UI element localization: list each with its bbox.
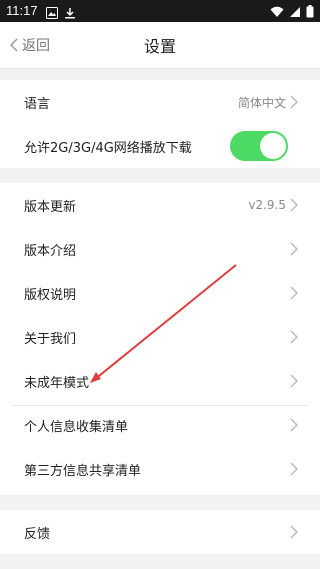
- version-update-row[interactable]: 版本更新 v2.9.5: [0, 183, 320, 227]
- feedback-row[interactable]: 反馈: [0, 510, 320, 554]
- network-download-toggle[interactable]: [230, 131, 288, 161]
- minor-mode-label: 未成年模式: [24, 375, 90, 391]
- language-row[interactable]: 语言 简体中文: [0, 80, 320, 124]
- chevron-right-icon: [290, 374, 298, 388]
- language-label: 语言: [24, 96, 51, 112]
- chevron-right-icon: [290, 330, 298, 344]
- app-header: 返回 设置: [0, 22, 320, 69]
- personal-info-label: 个人信息收集清单: [24, 419, 129, 435]
- settings-group-info: 版本更新 v2.9.5 版本介绍 版权说明 关于我们 未成年模式 个人信息收集清…: [0, 183, 320, 495]
- page-title: 设置: [143, 37, 176, 56]
- version-update-label: 版本更新: [24, 199, 77, 215]
- signal-icon: [289, 3, 301, 22]
- chevron-right-icon: [290, 242, 298, 256]
- chevron-right-icon: [290, 286, 298, 300]
- toggle-knob: [260, 133, 286, 159]
- chevron-right-icon: [290, 418, 298, 432]
- about-us-label: 关于我们: [24, 331, 77, 347]
- third-party-share-label: 第三方信息共享清单: [24, 463, 142, 479]
- personal-info-row[interactable]: 个人信息收集清单: [0, 403, 320, 447]
- language-value: 简体中文: [237, 95, 286, 110]
- version-intro-label: 版本介绍: [24, 243, 77, 259]
- network-download-row: 允许2G/3G/4G网络播放下载: [0, 124, 320, 168]
- chevron-right-icon: [290, 462, 298, 476]
- third-party-share-row[interactable]: 第三方信息共享清单: [0, 447, 320, 491]
- network-download-label: 允许2G/3G/4G网络播放下载: [24, 140, 192, 156]
- status-system-icons: [270, 3, 314, 22]
- photo-icon: [46, 4, 58, 19]
- status-notification-icons: [46, 4, 76, 19]
- version-value: v2.9.5: [248, 198, 286, 212]
- feedback-label: 反馈: [24, 526, 51, 542]
- download-icon: [64, 4, 76, 19]
- settings-group-feedback: 反馈: [0, 510, 320, 554]
- chevron-right-icon: [290, 95, 298, 109]
- status-time: 11:17: [6, 3, 38, 18]
- settings-group-general: 语言 简体中文 允许2G/3G/4G网络播放下载: [0, 80, 320, 168]
- chevron-right-icon: [290, 198, 298, 212]
- about-us-row[interactable]: 关于我们: [0, 315, 320, 359]
- battery-icon: [306, 3, 314, 22]
- wifi-icon: [270, 3, 284, 22]
- copyright-label: 版权说明: [24, 287, 77, 303]
- status-bar: 11:17: [0, 0, 320, 22]
- version-intro-row[interactable]: 版本介绍: [0, 227, 320, 271]
- minor-mode-row[interactable]: 未成年模式: [0, 359, 320, 403]
- chevron-right-icon: [290, 525, 298, 539]
- copyright-row[interactable]: 版权说明: [0, 271, 320, 315]
